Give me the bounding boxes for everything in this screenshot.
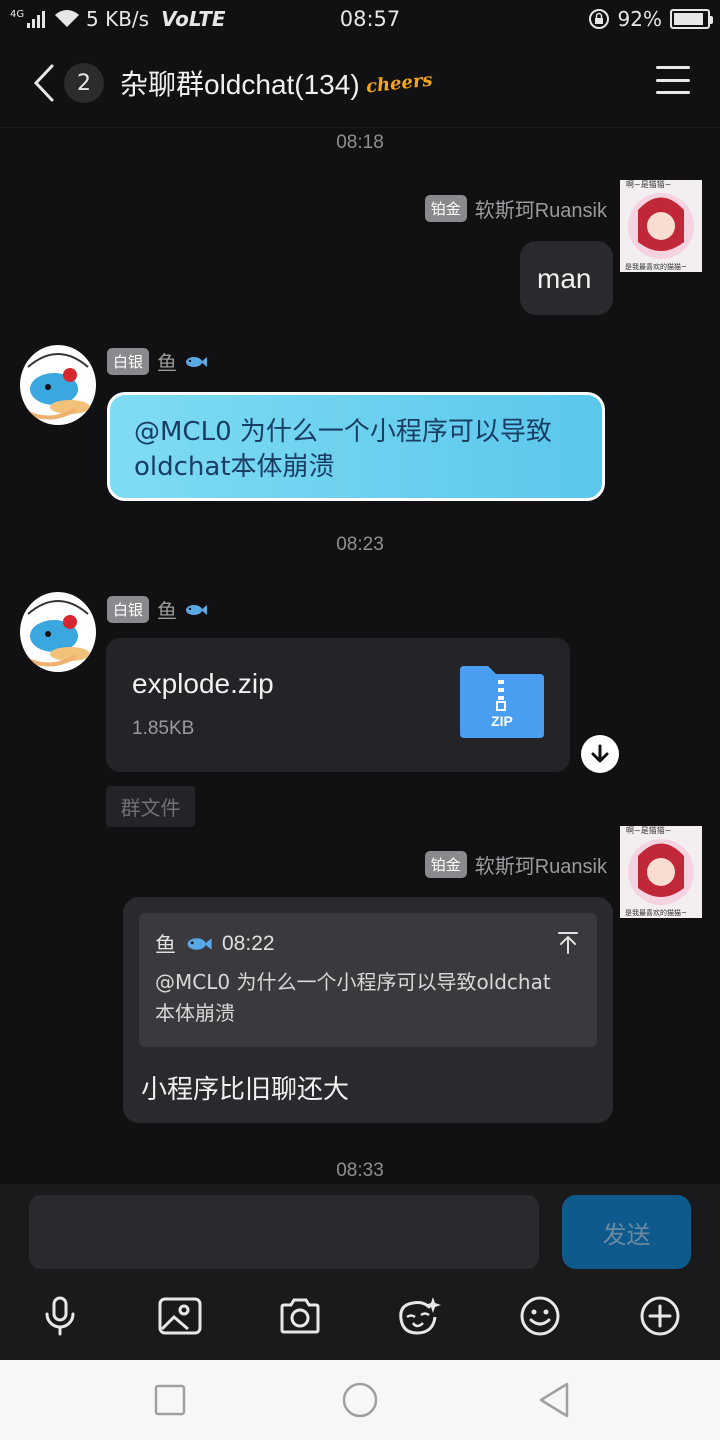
avatar[interactable] xyxy=(20,345,96,425)
camera-icon xyxy=(280,1298,320,1334)
send-button[interactable]: 发送 xyxy=(562,1195,691,1269)
timestamp: 08:33 xyxy=(336,1160,384,1181)
chat-header: 2 杂聊群oldchat(134) cheers xyxy=(0,46,720,120)
square-icon xyxy=(154,1384,186,1416)
rank-badge: 铂金 xyxy=(424,851,467,878)
quoted-text: @MCL0 为什么一个小程序可以导致oldchat本体崩溃 xyxy=(155,970,551,1025)
rank-badge: 白银 xyxy=(107,596,150,623)
message-bubble[interactable]: man xyxy=(520,241,613,315)
menu-button[interactable] xyxy=(656,66,690,94)
header-divider xyxy=(0,127,720,128)
fish-icon xyxy=(186,356,208,367)
volte-label: VoLTE xyxy=(161,7,226,31)
wifi-icon xyxy=(55,10,79,27)
download-icon xyxy=(591,744,609,763)
file-size: 1.85KB xyxy=(132,718,195,739)
toolbar xyxy=(0,1288,720,1344)
zip-label: ZIP xyxy=(491,713,513,729)
system-nav-bar xyxy=(0,1360,720,1440)
back-nav-button[interactable] xyxy=(534,1380,574,1420)
battery-icon xyxy=(670,9,713,29)
group-file-tag[interactable]: 群文件 xyxy=(106,786,195,827)
plus-icon xyxy=(640,1296,680,1336)
avatar-caption: 是我最喜欢的猫猫~ xyxy=(625,262,687,271)
avatar-caption: 是我最喜欢的猫猫~ xyxy=(625,908,687,917)
sender-row: 白银 鱼 xyxy=(107,347,208,376)
message-text: @MCL0 为什么一个小程序可以导致oldchat本体崩溃 xyxy=(134,417,552,482)
avatar-caption: 啊~是猫猫~ xyxy=(626,826,671,835)
sticker-icon xyxy=(399,1297,441,1335)
status-bar: 4G 5 KB/s VoLTE 08:57 92% xyxy=(0,0,720,38)
message-bubble[interactable]: @MCL0 为什么一个小程序可以导致oldchat本体崩溃 xyxy=(107,392,605,501)
more-button[interactable] xyxy=(632,1288,688,1344)
sender-row: 铂金 软斯珂Ruansik xyxy=(424,850,607,879)
fish-icon xyxy=(187,938,212,950)
file-message-card[interactable]: explode.zip 1.85KB ZIP xyxy=(106,638,570,772)
cheers-badge: cheers xyxy=(364,69,434,97)
timestamp: 08:23 xyxy=(336,534,384,555)
unread-count-badge[interactable]: 2 xyxy=(64,63,104,103)
mic-icon xyxy=(45,1296,75,1336)
image-icon xyxy=(158,1297,202,1335)
sender-row: 白银 鱼 xyxy=(107,595,208,624)
file-name: explode.zip xyxy=(132,668,274,699)
avatar[interactable]: 啊~是猫猫~ 是我最喜欢的猫猫~ xyxy=(620,826,702,918)
signal-icon xyxy=(27,11,45,28)
avatar[interactable]: 啊~是猫猫~ 是我最喜欢的猫猫~ xyxy=(620,180,702,272)
rank-badge: 铂金 xyxy=(424,195,467,222)
sender-row: 铂金 软斯珂Ruansik xyxy=(424,194,607,223)
sticker-button[interactable] xyxy=(390,1288,446,1344)
avatar[interactable] xyxy=(20,592,96,672)
jump-to-top-icon[interactable] xyxy=(557,931,579,955)
home-button[interactable] xyxy=(340,1380,380,1420)
rotation-lock-icon xyxy=(588,9,609,29)
camera-button[interactable] xyxy=(272,1288,328,1344)
input-bar: 发送 xyxy=(0,1184,720,1360)
triangle-back-icon xyxy=(539,1382,569,1418)
circle-icon xyxy=(342,1382,378,1418)
image-button[interactable] xyxy=(152,1288,208,1344)
zip-file-icon: ZIP xyxy=(460,666,544,738)
reply-message-bubble[interactable]: 鱼 08:22 @MCL0 为什么一个小程序可以导致oldchat本体崩溃 小程… xyxy=(123,897,613,1123)
recents-button[interactable] xyxy=(150,1380,190,1420)
quoted-sender: 鱼 xyxy=(155,933,176,957)
sender-name[interactable]: 鱼 xyxy=(157,595,177,624)
emoji-button[interactable] xyxy=(512,1288,568,1344)
message-input[interactable] xyxy=(29,1195,539,1269)
network-speed: 5 KB/s xyxy=(86,7,150,31)
message-text: man xyxy=(537,263,592,294)
quoted-time: 08:22 xyxy=(222,932,275,955)
mic-button[interactable] xyxy=(32,1288,88,1344)
message-text: 小程序比旧聊还大 xyxy=(141,1075,350,1105)
network-type: 4G xyxy=(10,9,25,20)
fish-icon xyxy=(186,604,208,615)
sender-name[interactable]: 软斯珂Ruansik xyxy=(475,194,607,223)
download-button[interactable] xyxy=(581,735,619,773)
clock: 08:57 xyxy=(339,7,401,31)
chevron-left-icon xyxy=(33,64,54,102)
sender-name[interactable]: 软斯珂Ruansik xyxy=(475,850,607,879)
chat-title[interactable]: 杂聊群oldchat(134) xyxy=(120,63,360,103)
battery-percent: 92% xyxy=(617,7,662,31)
sender-name[interactable]: 鱼 xyxy=(157,347,177,376)
avatar-caption: 啊~是猫猫~ xyxy=(626,180,671,189)
quoted-message[interactable]: 鱼 08:22 @MCL0 为什么一个小程序可以导致oldchat本体崩溃 xyxy=(139,913,597,1047)
rank-badge: 白银 xyxy=(107,348,150,375)
back-button[interactable] xyxy=(18,53,70,113)
emoji-icon xyxy=(520,1296,560,1336)
timestamp: 08:18 xyxy=(336,132,384,153)
